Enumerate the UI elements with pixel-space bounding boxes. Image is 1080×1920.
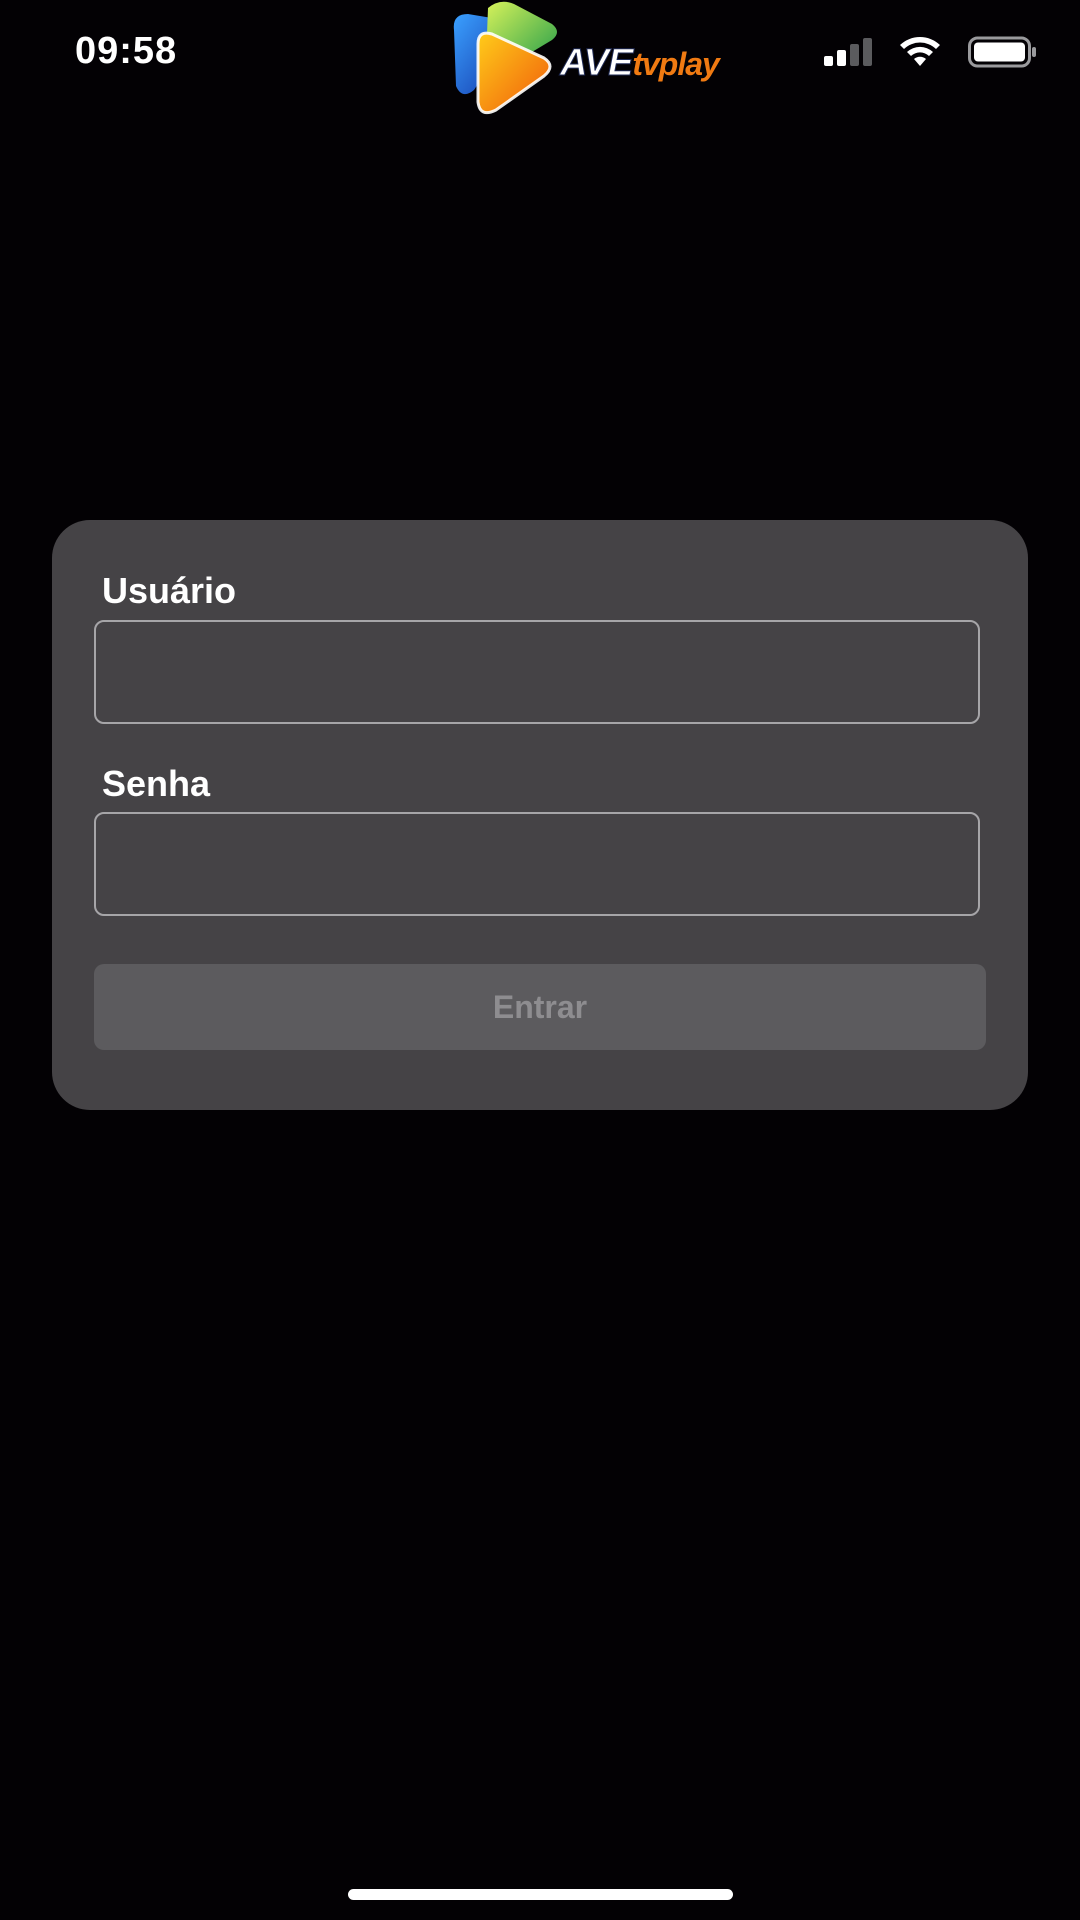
password-input[interactable] bbox=[94, 812, 980, 916]
login-screen: 09:58 AVEtvplay Usuário Senha Entrar bbox=[0, 0, 1080, 1920]
logo-brand-tvplay: tvplay bbox=[632, 46, 719, 82]
username-input[interactable] bbox=[94, 620, 980, 724]
battery-icon bbox=[968, 36, 1036, 68]
home-indicator[interactable] bbox=[348, 1889, 733, 1900]
logo-brand-ave: AVE bbox=[559, 42, 633, 85]
password-label: Senha bbox=[102, 763, 211, 804]
app-logo: AVEtvplay bbox=[444, 0, 720, 118]
wifi-icon bbox=[900, 37, 940, 66]
logo-mark-icon bbox=[453, 1, 557, 115]
status-time: 09:58 bbox=[75, 30, 178, 72]
status-icons bbox=[824, 36, 1038, 68]
login-button[interactable]: Entrar bbox=[94, 964, 986, 1050]
username-label: Usuário bbox=[102, 570, 237, 611]
signal-icon bbox=[824, 38, 872, 66]
login-card: Usuário Senha Entrar bbox=[52, 520, 1028, 1110]
logo-wordmark: AVEtvplay bbox=[559, 42, 719, 85]
